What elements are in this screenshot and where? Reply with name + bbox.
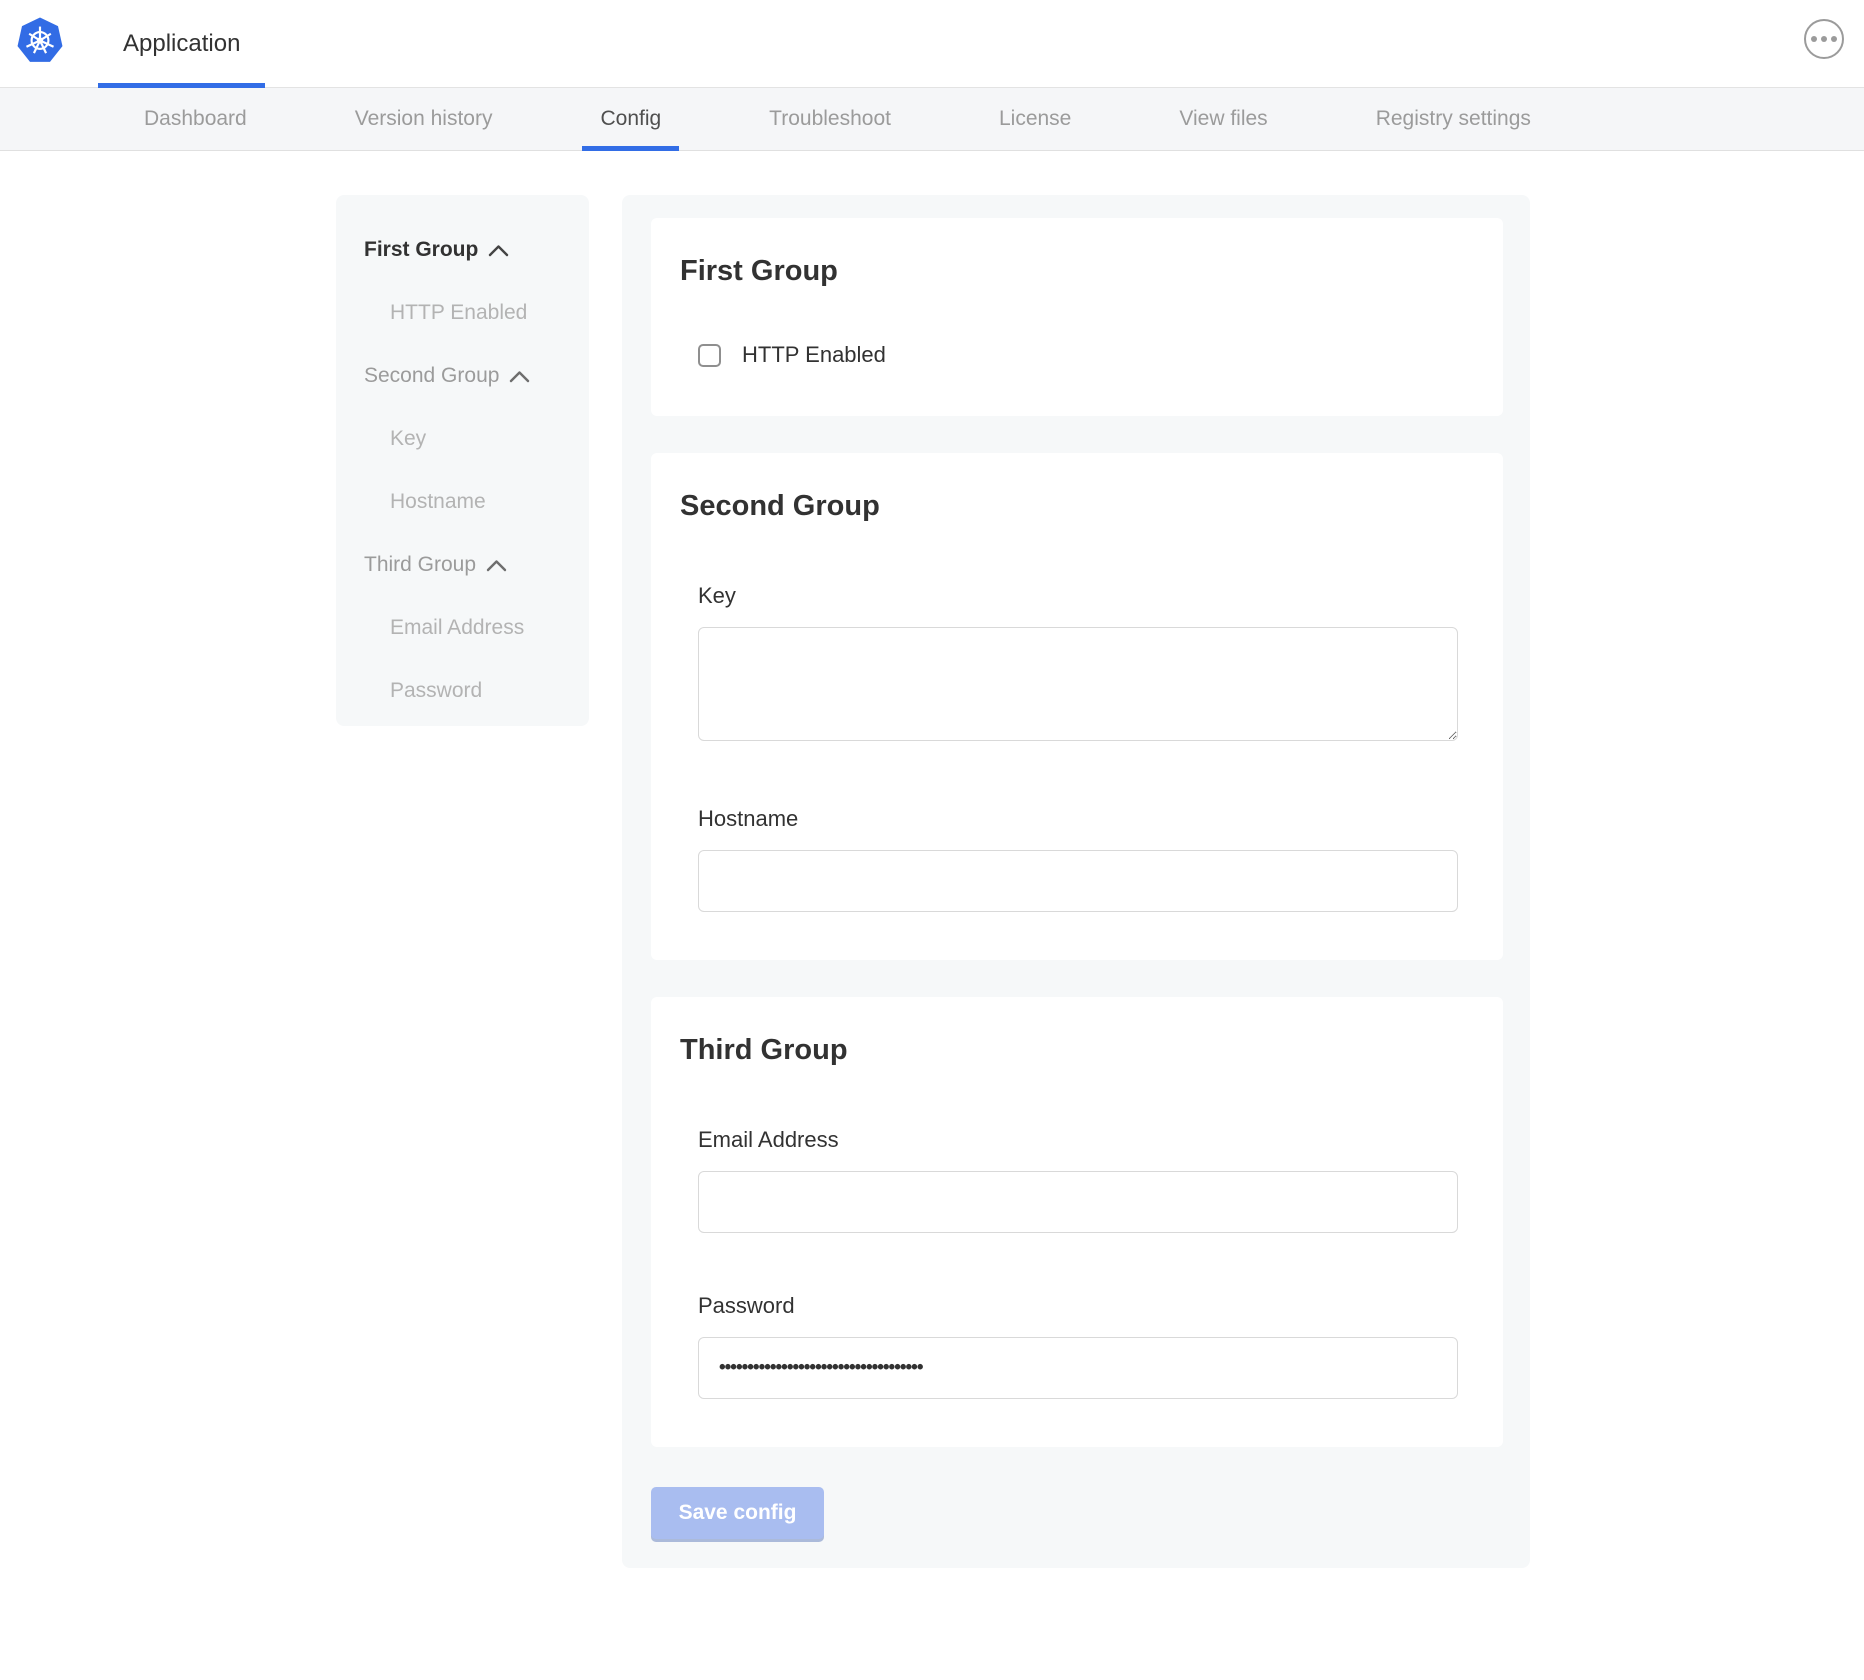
sidebar-item-key[interactable]: Key (364, 424, 579, 454)
sidebar-item-hostname[interactable]: Hostname (364, 487, 579, 517)
config-form-panel: First Group HTTP Enabled Second Group Ke… (622, 195, 1530, 1568)
password-input[interactable] (698, 1337, 1458, 1399)
group-title: First Group (680, 254, 1458, 288)
field-label: Password (698, 1293, 1458, 1319)
group-title: Third Group (680, 1033, 1458, 1067)
hostname-input[interactable] (698, 850, 1458, 912)
tab-license[interactable]: License (981, 88, 1089, 150)
email-address-input[interactable] (698, 1171, 1458, 1233)
app-title-tab[interactable]: Application (98, 0, 265, 87)
tab-dashboard[interactable]: Dashboard (126, 88, 265, 150)
checkbox-label: HTTP Enabled (742, 342, 886, 368)
config-group-card-second: Second Group Key Hostname (651, 453, 1503, 960)
app-tab-bar: Dashboard Version history Config Trouble… (0, 88, 1864, 151)
key-textarea[interactable] (698, 627, 1458, 741)
sidebar-group-second-group[interactable]: Second Group (364, 361, 579, 391)
tab-config[interactable]: Config (582, 88, 679, 150)
tab-troubleshoot[interactable]: Troubleshoot (751, 88, 909, 150)
sidebar-group-third-group[interactable]: Third Group (364, 550, 579, 580)
field-label: Key (698, 583, 1458, 609)
field-email-address: Email Address (698, 1127, 1458, 1233)
sidebar-item-http-enabled[interactable]: HTTP Enabled (364, 298, 579, 328)
ellipsis-icon (1811, 36, 1817, 42)
config-group-card-third: Third Group Email Address Password (651, 997, 1503, 1447)
chevron-up-icon (488, 244, 509, 257)
http-enabled-row[interactable]: HTTP Enabled (698, 342, 1458, 368)
config-group-card-first: First Group HTTP Enabled (651, 218, 1503, 416)
field-label: Hostname (698, 806, 1458, 832)
chevron-up-icon (486, 559, 507, 572)
config-sidebar: First Group HTTP Enabled Second Group Ke… (336, 195, 589, 726)
field-hostname: Hostname (698, 806, 1458, 912)
group-title: Second Group (680, 489, 1458, 523)
more-options-button[interactable] (1804, 19, 1844, 59)
app-title: Application (123, 30, 240, 58)
config-page: First Group HTTP Enabled Second Group Ke… (0, 195, 1864, 1568)
active-tab-underline (582, 146, 679, 151)
kubernetes-logo-icon (16, 16, 64, 64)
tab-view-files[interactable]: View files (1161, 88, 1285, 150)
tab-registry-settings[interactable]: Registry settings (1358, 88, 1549, 150)
tab-version-history[interactable]: Version history (337, 88, 511, 150)
field-password: Password (698, 1293, 1458, 1399)
sidebar-group-first-group[interactable]: First Group (364, 235, 579, 265)
field-label: Email Address (698, 1127, 1458, 1153)
sidebar-item-email-address[interactable]: Email Address (364, 613, 579, 643)
save-config-button[interactable]: Save config (651, 1487, 824, 1539)
sidebar-item-password[interactable]: Password (364, 676, 579, 706)
field-key: Key (698, 583, 1458, 746)
http-enabled-checkbox[interactable] (698, 344, 721, 367)
app-header: Application (0, 0, 1864, 88)
chevron-up-icon (509, 370, 530, 383)
